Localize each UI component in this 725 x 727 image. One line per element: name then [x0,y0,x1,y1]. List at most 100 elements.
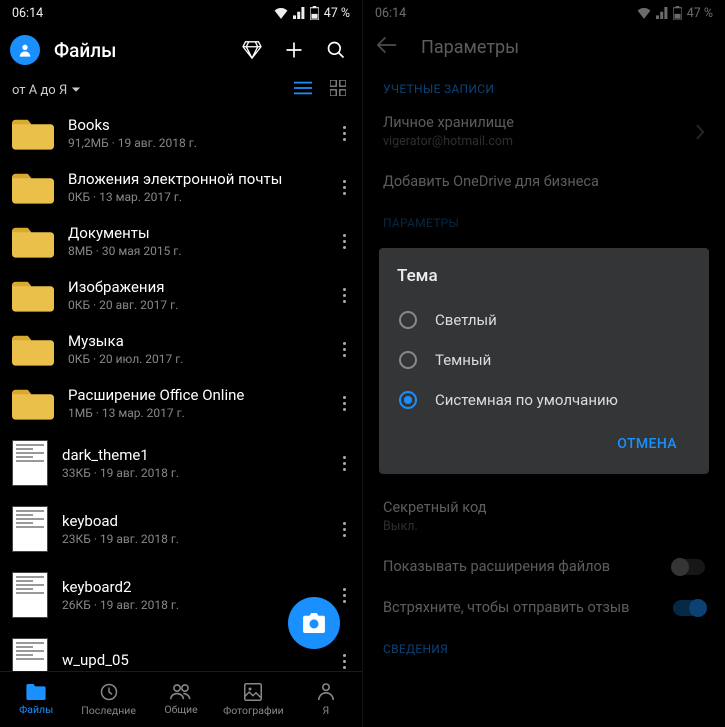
overflow-menu-button[interactable] [333,120,356,147]
file-row[interactable]: Books 91,2МБ · 19 авг. 2018 г. [0,106,362,160]
file-meta: 91,2МБ · 19 авг. 2018 г. [68,136,319,150]
file-name: Расширение Office Online [68,386,319,404]
file-meta: 23КБ · 19 авг. 2018 г. [62,532,319,546]
camera-icon [303,613,325,633]
photo-icon [244,683,262,701]
overflow-menu-button[interactable] [333,516,356,543]
people-icon [170,684,192,700]
bottom-nav: Файлы Последние Общие Фотографии Я [0,671,362,727]
sort-bar: от А до Я [0,74,362,106]
file-meta: 8МБ · 30 мая 2015 г. [68,244,319,258]
clock-icon [100,683,118,701]
file-name: Документы [68,224,319,242]
status-bar: 06:14 47 % [0,0,362,26]
file-row[interactable]: Вложения электронной почты 0КБ · 13 мар. … [0,160,362,214]
diamond-icon [242,41,262,59]
settings-screen: 06:14 47 % Параметры УЧЕТНЫЕ ЗАПИСИ Личн… [363,0,725,727]
overflow-menu-button[interactable] [333,282,356,309]
signal-icon [293,7,305,19]
overflow-menu-button[interactable] [333,228,356,255]
file-meta: 0КБ · 20 июл. 2017 г. [68,352,319,366]
grid-icon [330,80,346,96]
file-row[interactable]: keyboad 23КБ · 19 авг. 2018 г. [0,496,362,562]
folder-icon [12,116,54,150]
file-name: Вложения электронной почты [68,170,319,188]
nav-files[interactable]: Файлы [0,672,72,727]
files-screen: 06:14 47 % Файлы от А до Я [0,0,363,727]
radio-icon [399,351,417,369]
sort-button[interactable]: от А до Я [12,83,288,98]
nav-me[interactable]: Я [290,672,362,727]
plus-icon [284,40,304,60]
nav-shared[interactable]: Общие [145,672,217,727]
radio-icon [399,311,417,329]
search-icon [326,40,346,60]
radio-icon [399,391,417,409]
radio-label: Системная по умолчанию [435,391,618,409]
file-row[interactable]: Документы 8МБ · 30 мая 2015 г. [0,214,362,268]
chevron-down-icon [71,86,81,94]
search-button[interactable] [326,40,346,60]
overflow-menu-button[interactable] [333,450,356,477]
wifi-icon [274,7,288,19]
file-name: w_upd_05 [62,651,319,669]
grid-view-button[interactable] [330,80,346,100]
radio-label: Темный [435,351,491,369]
file-row[interactable]: Изображения 0КБ · 20 авг. 2017 г. [0,268,362,322]
nav-label: Файлы [19,703,53,716]
person-icon [318,683,334,701]
overflow-menu-button[interactable] [333,390,356,417]
sort-label-text: от А до Я [12,83,67,98]
person-icon [17,42,33,58]
folder-icon [12,170,54,204]
battery-icon [310,6,319,20]
radio-label: Светлый [435,311,497,329]
theme-dialog: Тема Светлый Темный Системная по умолчан… [379,248,709,474]
dialog-title: Тема [397,266,691,286]
document-thumbnail [12,440,48,486]
add-button[interactable] [284,40,304,60]
overflow-menu-button[interactable] [333,174,356,201]
file-name: keyboard2 [62,578,319,596]
file-name: Музыка [68,332,319,350]
file-meta: 1МБ · 13 мар. 2017 г. [68,406,319,420]
avatar[interactable] [10,35,40,65]
folder-icon [12,386,54,420]
page-title: Файлы [54,39,228,62]
nav-label: Последние [81,704,136,717]
radio-dark[interactable]: Темный [397,340,691,380]
file-meta: 0КБ · 20 авг. 2017 г. [68,298,319,312]
file-row[interactable]: dark_theme1 33КБ · 19 авг. 2018 г. [0,430,362,496]
camera-fab[interactable] [288,597,340,649]
overflow-menu-button[interactable] [333,582,356,609]
document-thumbnail [12,572,48,618]
folder-icon [12,224,54,258]
file-meta: 33КБ · 19 авг. 2018 г. [62,466,319,480]
nav-recent[interactable]: Последние [72,672,144,727]
nav-label: Общие [164,703,197,716]
list-view-button[interactable] [294,81,312,99]
overflow-menu-button[interactable] [333,336,356,363]
cancel-button[interactable]: ОТМЕНА [607,428,687,460]
folder-icon [12,278,54,312]
radio-light[interactable]: Светлый [397,300,691,340]
file-name: Изображения [68,278,319,296]
radio-system-default[interactable]: Системная по умолчанию [397,380,691,420]
folder-icon [12,332,54,366]
list-icon [294,81,312,95]
status-time: 06:14 [12,6,43,21]
file-row[interactable]: Расширение Office Online 1МБ · 13 мар. 20… [0,376,362,430]
file-row[interactable]: Музыка 0КБ · 20 июл. 2017 г. [0,322,362,376]
battery-pct: 47 % [324,6,350,21]
file-meta: 0КБ · 13 мар. 2017 г. [68,190,319,204]
file-meta: 26КБ · 19 авг. 2018 г. [62,598,319,612]
file-name: dark_theme1 [62,446,319,464]
nav-label: Я [322,704,329,717]
nav-label: Фотографии [223,704,284,717]
file-name: keyboad [62,512,319,530]
app-header: Файлы [0,26,362,74]
files-icon [26,684,46,700]
file-name: Books [68,116,319,134]
premium-button[interactable] [242,41,262,59]
nav-photos[interactable]: Фотографии [217,672,289,727]
